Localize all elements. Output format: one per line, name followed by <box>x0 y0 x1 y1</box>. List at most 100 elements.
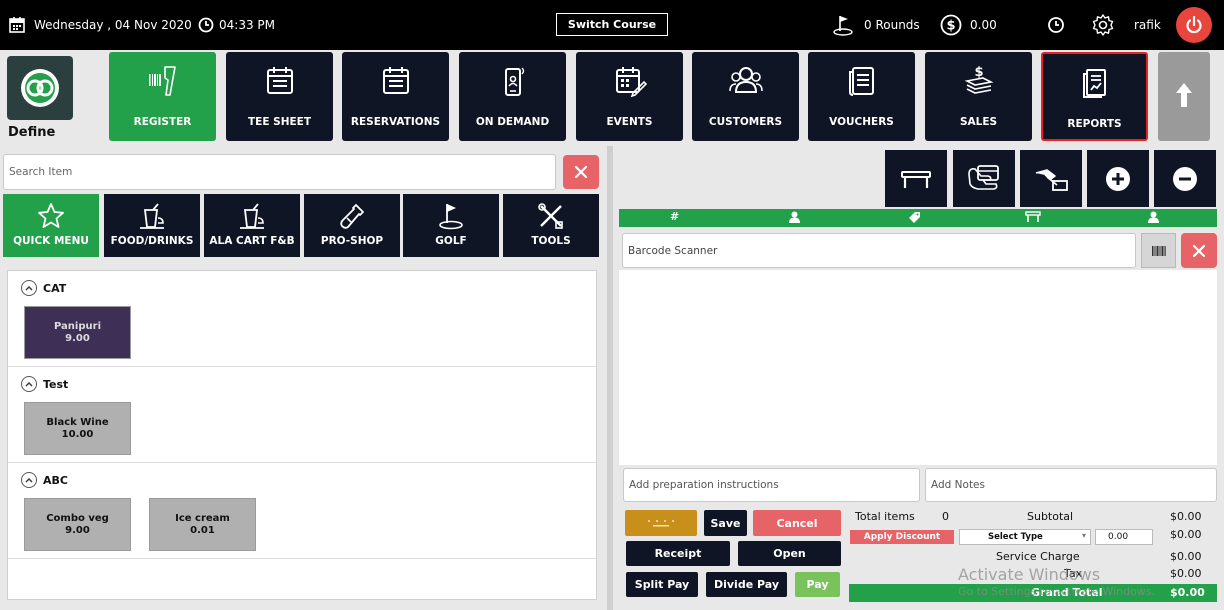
nav-sales[interactable]: $ SALES <box>925 52 1032 141</box>
category-pro-shop-label: PRO-SHOP <box>320 235 384 247</box>
hand-pay-button[interactable] <box>1020 150 1082 207</box>
open-button[interactable]: Open <box>738 541 841 566</box>
card-payment-button[interactable] <box>953 150 1015 207</box>
report-chart-icon <box>1082 69 1106 98</box>
preparation-instructions-input[interactable]: Add preparation instructions <box>623 468 920 502</box>
notes-input[interactable]: Add Notes <box>925 468 1217 502</box>
barcode-scan-button[interactable] <box>1141 233 1176 268</box>
time-display: 04:33 PM <box>198 0 275 50</box>
discount-amount-input[interactable]: 0.00 <box>1095 529 1153 545</box>
menu-tile[interactable]: Panipuri 9.00 <box>24 306 131 359</box>
menu-section: Test Black Wine 10.00 <box>8 367 596 463</box>
category-tools[interactable]: TOOLS <box>503 194 599 257</box>
clear-barcode-button[interactable] <box>1181 233 1217 268</box>
nav-on-demand[interactable]: ON DEMAND <box>459 52 566 141</box>
mobile-phone-icon <box>504 67 524 96</box>
barcode-icon <box>1151 245 1166 256</box>
logo-icon <box>21 69 59 107</box>
nav-register[interactable]: REGISTER <box>109 52 216 141</box>
tax-label: Tax <box>1064 567 1083 580</box>
user-icon <box>789 211 800 226</box>
user-icon <box>1148 211 1159 226</box>
menu-item-list: CAT Panipuri 9.00 Test Black Wine 10.00 … <box>7 270 597 600</box>
nav-reservations-label: RESERVATIONS <box>350 116 441 128</box>
chevron-down-icon: ▾ <box>1081 531 1086 540</box>
minus-circle-icon <box>1173 166 1197 191</box>
column-hash: # <box>670 210 680 223</box>
barcode-scanner-icon <box>148 66 176 96</box>
menu-tile[interactable]: Ice cream 0.01 <box>149 498 256 551</box>
nav-events[interactable]: EVENTS <box>576 52 683 141</box>
subtotal-label: Subtotal <box>1027 510 1074 523</box>
calendar-list-icon <box>266 67 293 94</box>
brand-label: Define <box>8 125 56 140</box>
drink-cup-icon <box>140 203 164 229</box>
nav-tee-sheet[interactable]: TEE SHEET <box>226 52 333 141</box>
barcode-scanner-input[interactable]: Barcode Scanner <box>622 233 1136 268</box>
pay-button[interactable]: Pay <box>795 572 840 597</box>
search-item-input[interactable]: Search Item <box>3 154 556 190</box>
save-button[interactable]: Save <box>704 510 747 536</box>
nav-scroll-up-button[interactable] <box>1158 52 1210 141</box>
discount-type-select[interactable]: Select Type ▾ <box>959 529 1091 545</box>
menu-tile-name: Ice cream <box>175 512 230 524</box>
menu-tile[interactable]: Combo veg 9.00 <box>24 498 131 551</box>
switch-course-button[interactable]: Switch Course <box>556 13 668 36</box>
category-pro-shop[interactable]: PRO-SHOP <box>304 194 400 257</box>
tag-icon <box>909 211 921 226</box>
barcode-placeholder: Barcode Scanner <box>628 244 718 257</box>
user-name[interactable]: rafik <box>1134 0 1161 50</box>
category-ala-cart[interactable]: ALA CART F&B <box>204 194 300 257</box>
nav-reports[interactable]: REPORTS <box>1041 52 1148 141</box>
nav-customers[interactable]: CUSTOMERS <box>692 52 799 141</box>
settings-button[interactable] <box>1091 0 1115 50</box>
category-food-drinks[interactable]: FOOD/DRINKS <box>104 194 200 257</box>
hand-pay-icon <box>1035 168 1068 191</box>
section-header[interactable]: ABC <box>21 472 68 488</box>
clock-icon <box>1048 17 1064 33</box>
customer-card-button[interactable] <box>625 510 697 536</box>
menu-section: ABC Combo veg 9.00 Ice cream 0.01 <box>8 463 596 559</box>
add-item-button[interactable] <box>1087 150 1149 207</box>
apply-discount-button[interactable]: Apply Discount <box>850 530 954 544</box>
category-ala-cart-label: ALA CART F&B <box>209 235 295 247</box>
cancel-button[interactable]: Cancel <box>753 510 841 536</box>
history-clock-button[interactable] <box>1047 0 1065 50</box>
golf-flag-icon <box>439 204 463 230</box>
calendar-edit-icon <box>615 67 647 98</box>
category-quick-menu[interactable]: QUICK MENU <box>3 194 99 257</box>
nav-reservations[interactable]: RESERVATIONS <box>342 52 449 141</box>
nav-customers-label: CUSTOMERS <box>708 116 783 128</box>
nav-sales-label: SALES <box>959 116 998 128</box>
discount-type-value: Select Type <box>988 532 1043 542</box>
logout-button[interactable] <box>1176 7 1212 43</box>
rounds-display[interactable]: 0 Rounds <box>832 0 920 50</box>
tools-icon <box>538 203 563 229</box>
total-items-value: 0 <box>942 510 949 523</box>
notes-placeholder: Add Notes <box>931 479 985 491</box>
table-icon <box>1025 211 1041 226</box>
cart-column-header: # <box>619 209 1217 227</box>
nav-vouchers-label: VOUCHERS <box>829 116 894 128</box>
section-header[interactable]: CAT <box>21 280 66 296</box>
section-header[interactable]: Test <box>21 376 68 392</box>
plus-circle-icon <box>1106 166 1130 191</box>
remove-item-button[interactable] <box>1154 150 1216 207</box>
split-pay-button[interactable]: Split Pay <box>626 572 698 597</box>
clear-search-button[interactable] <box>563 155 599 189</box>
table-button[interactable] <box>885 150 947 207</box>
menu-tile[interactable]: Black Wine 10.00 <box>24 402 131 455</box>
nav-vouchers[interactable]: VOUCHERS <box>808 52 915 141</box>
receipt-button[interactable]: Receipt <box>626 541 730 566</box>
gear-icon <box>1092 14 1114 36</box>
tax-value: $0.00 <box>1170 567 1202 580</box>
category-quick-menu-label: QUICK MENU <box>13 235 89 247</box>
app-logo[interactable] <box>7 56 73 120</box>
section-title: Test <box>43 377 69 391</box>
balance-display[interactable]: $ 0.00 <box>940 0 997 50</box>
category-golf[interactable]: GOLF <box>403 194 499 257</box>
menu-section: CAT Panipuri 9.00 <box>8 271 596 367</box>
search-placeholder: Search Item <box>9 166 73 178</box>
divide-pay-button[interactable]: Divide Pay <box>706 572 787 597</box>
rounds-text: 0 Rounds <box>864 18 920 32</box>
